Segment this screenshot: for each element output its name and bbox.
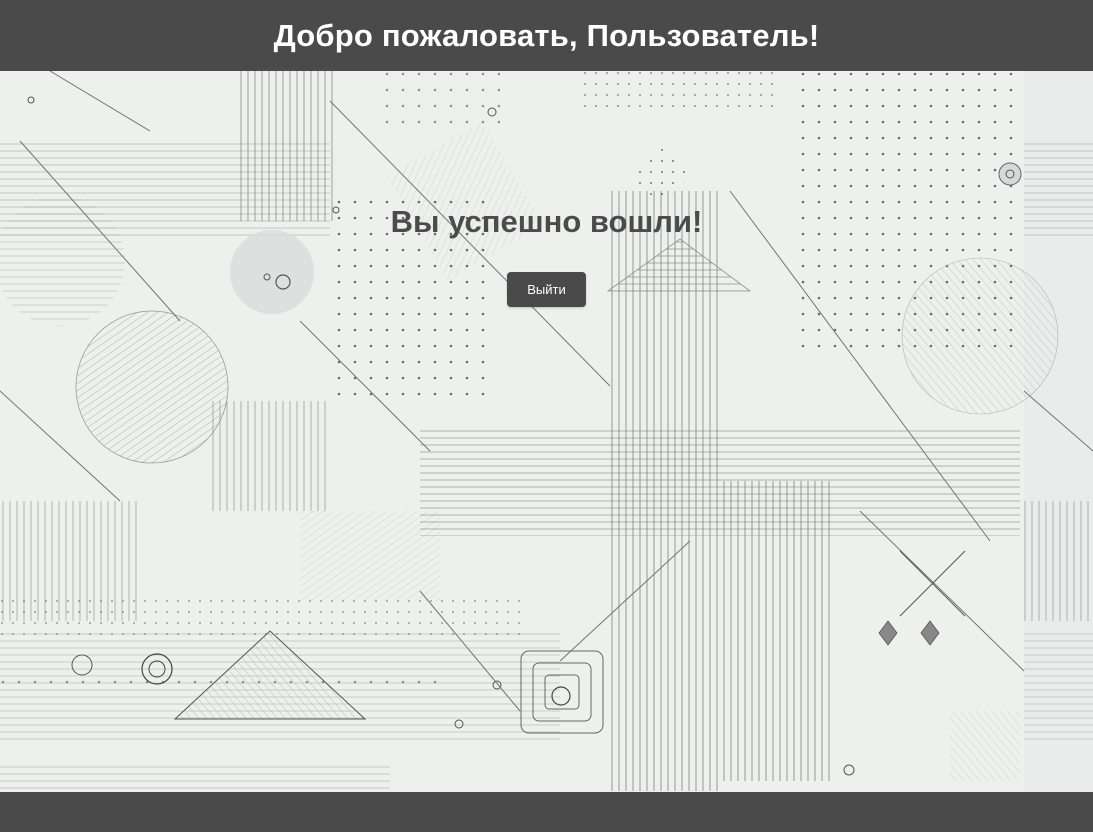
top-header: Добро пожаловать, Пользователь! xyxy=(0,0,1093,71)
background-pattern xyxy=(0,71,1093,792)
footer-bar xyxy=(0,792,1093,832)
main-content: Вы успешно вошли! Выйти xyxy=(0,71,1093,792)
welcome-title: Добро пожаловать, Пользователь! xyxy=(273,17,820,53)
logout-button[interactable]: Выйти xyxy=(507,272,586,307)
